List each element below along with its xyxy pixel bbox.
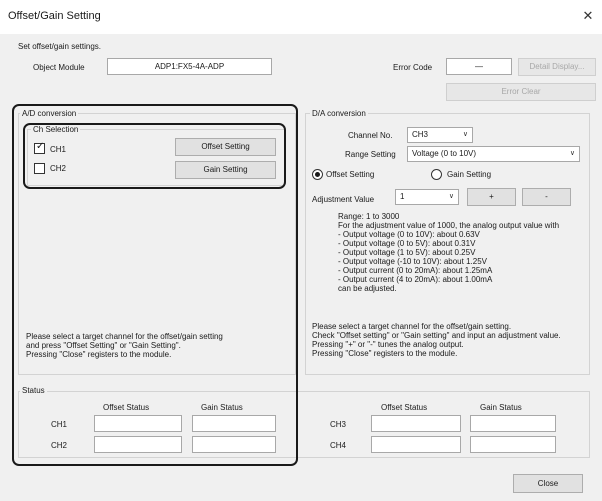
channel-no-select[interactable]: CH3 ∨ — [407, 127, 473, 143]
chevron-down-icon: ∨ — [462, 131, 468, 138]
chevron-down-icon: ∨ — [448, 193, 454, 200]
offset-setting-radio-label: Offset Setting — [326, 170, 375, 179]
chevron-down-icon: ∨ — [569, 150, 575, 157]
range-info-text: Range: 1 to 3000 For the adjustment valu… — [338, 212, 560, 293]
window-title: Offset/Gain Setting — [8, 10, 101, 22]
error-code-label: Error Code — [393, 63, 433, 72]
instruction-text: Set offset/gain settings. — [18, 42, 102, 51]
annotation-outline-ch-selection — [23, 123, 286, 189]
error-clear-button[interactable]: Error Clear — [446, 83, 596, 101]
close-button[interactable]: Close — [513, 474, 583, 493]
da-help-text: Please select a target channel for the o… — [312, 322, 561, 358]
adjustment-value-label: Adjustment Value — [312, 195, 375, 204]
gain-setting-radio[interactable] — [431, 169, 442, 180]
gain-setting-radio-label: Gain Setting — [447, 170, 492, 179]
detail-display-button[interactable]: Detail Display... — [518, 58, 596, 76]
radio-selected-dot — [315, 172, 320, 177]
status-ch4-label: CH4 — [330, 441, 347, 450]
channel-no-label: Channel No. — [348, 131, 393, 140]
status-ch3-label: CH3 — [330, 420, 347, 429]
channel-no-value: CH3 — [412, 130, 429, 139]
ch4-offset-status-field — [371, 436, 461, 453]
da-conversion-legend: D/A conversion — [310, 109, 368, 118]
object-module-field: ADP1:FX5-4A-ADP — [107, 58, 272, 75]
range-setting-label: Range Setting — [345, 150, 396, 159]
adjustment-value: 1 — [400, 192, 405, 201]
plus-button[interactable]: + — [467, 188, 516, 206]
ch4-gain-status-field — [470, 436, 556, 453]
ch3-offset-status-field — [371, 415, 461, 432]
range-setting-value: Voltage (0 to 10V) — [412, 149, 477, 158]
object-module-label: Object Module — [33, 63, 85, 72]
gain-status-header-right: Gain Status — [480, 403, 522, 412]
close-icon[interactable]: ✕ — [580, 8, 596, 24]
minus-button[interactable]: - — [522, 188, 571, 206]
error-code-field: — — [446, 58, 512, 75]
adjustment-value-combo[interactable]: 1 ∨ — [395, 189, 459, 205]
offset-status-header-right: Offset Status — [381, 403, 428, 412]
range-setting-select[interactable]: Voltage (0 to 10V) ∨ — [407, 146, 580, 162]
ch3-gain-status-field — [470, 415, 556, 432]
offset-setting-radio[interactable] — [312, 169, 323, 180]
